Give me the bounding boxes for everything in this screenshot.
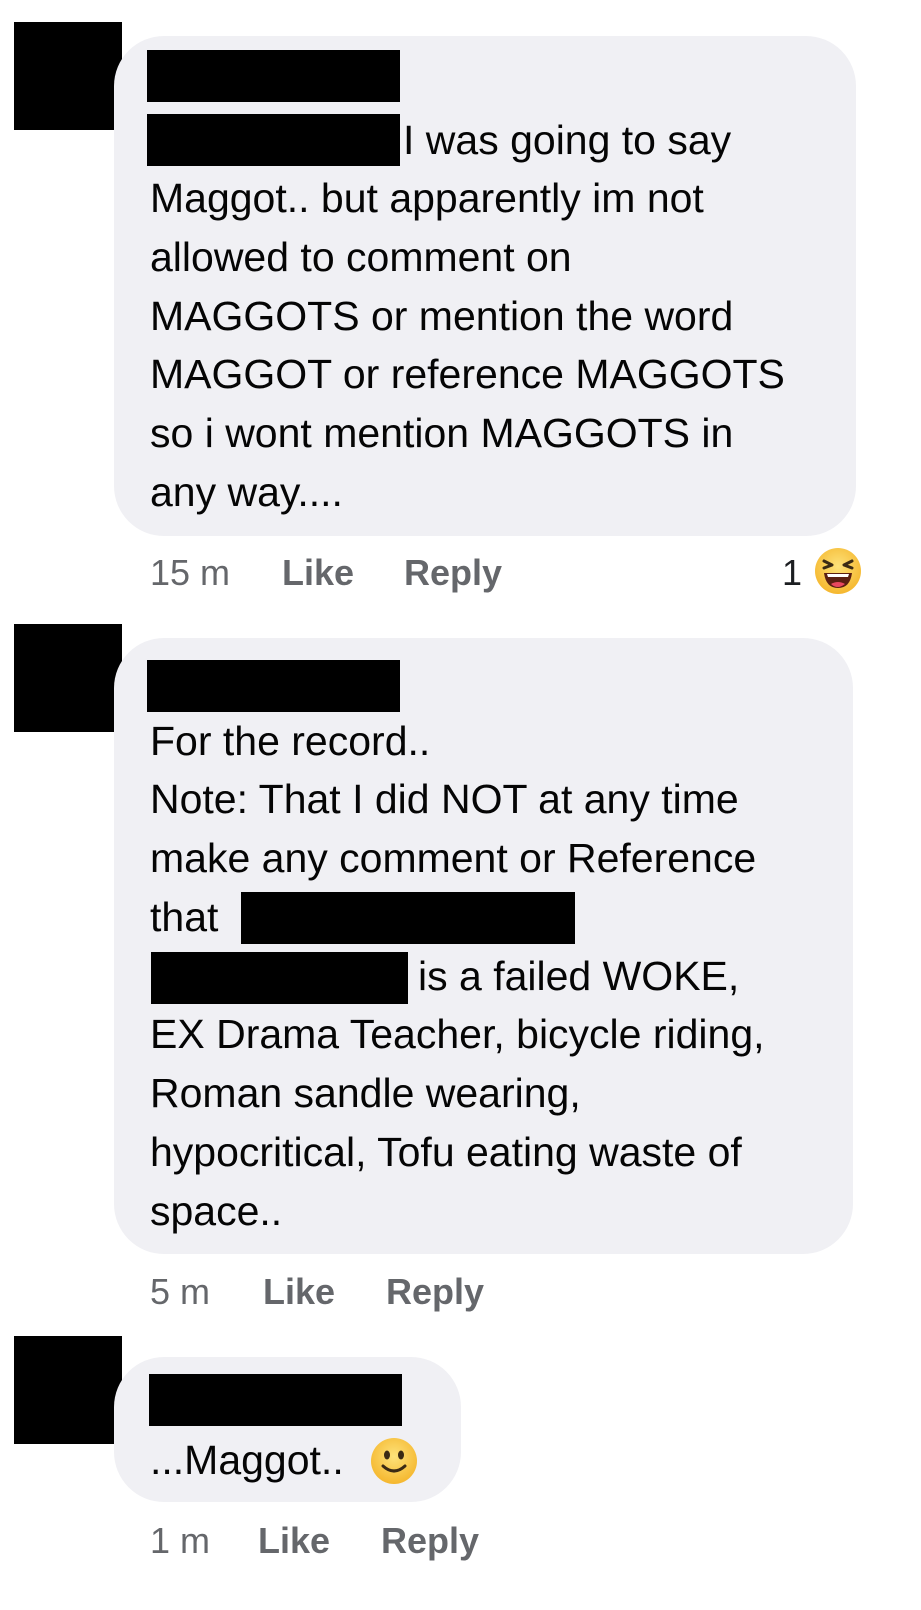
comment-text-line: Roman sandle wearing,: [150, 1070, 581, 1116]
like-button[interactable]: Like: [282, 552, 354, 594]
comment-text-line: MAGGOT or reference MAGGOTS: [150, 351, 785, 397]
redacted-author-name[interactable]: [147, 660, 400, 712]
slightly-smiling-face-icon: [369, 1436, 419, 1491]
avatar[interactable]: [14, 624, 122, 732]
redacted-author-name[interactable]: [147, 50, 400, 102]
redacted-author-name[interactable]: [149, 1374, 402, 1426]
comment-text-line: make any comment or Reference: [150, 835, 757, 881]
reply-button[interactable]: Reply: [386, 1271, 484, 1313]
comment-text-line: hypocritical, Tofu eating waste of: [150, 1129, 742, 1175]
comment-text-line: MAGGOTS or mention the word: [150, 293, 734, 339]
comment-text-line: ...Maggot..: [150, 1437, 344, 1483]
reply-button[interactable]: Reply: [381, 1520, 479, 1562]
like-button[interactable]: Like: [258, 1520, 330, 1562]
comment-text-line: Maggot.. but apparently im not: [150, 175, 704, 221]
comment-text-line: space..: [150, 1188, 283, 1234]
comment-text-line: I was going to say: [403, 117, 732, 163]
reaction-count[interactable]: 1: [782, 552, 802, 594]
comment-timestamp[interactable]: 15 m: [150, 552, 230, 594]
comment-timestamp[interactable]: 1 m: [150, 1520, 210, 1562]
reply-button[interactable]: Reply: [404, 552, 502, 594]
comment-text-line: is a failed WOKE,: [418, 953, 740, 999]
redacted-mention: [147, 114, 400, 166]
comment-text-line: Note: That I did NOT at any time: [150, 776, 739, 822]
avatar[interactable]: [14, 22, 122, 130]
comment-text-line: allowed to comment on: [150, 234, 572, 280]
comment-text-line: For the record..: [150, 718, 431, 764]
like-button[interactable]: Like: [263, 1271, 335, 1313]
comment-text-line: that: [150, 894, 219, 940]
comment-text-line: so i wont mention MAGGOTS in: [150, 410, 734, 456]
comment-text-line: EX Drama Teacher, bicycle riding,: [150, 1011, 765, 1057]
comment-timestamp[interactable]: 5 m: [150, 1271, 210, 1313]
laughing-emoji-icon[interactable]: [813, 546, 863, 601]
avatar[interactable]: [14, 1336, 122, 1444]
comment-text-line: any way....: [150, 469, 343, 515]
redacted-mention: [241, 892, 575, 944]
redacted-mention: [151, 952, 408, 1004]
